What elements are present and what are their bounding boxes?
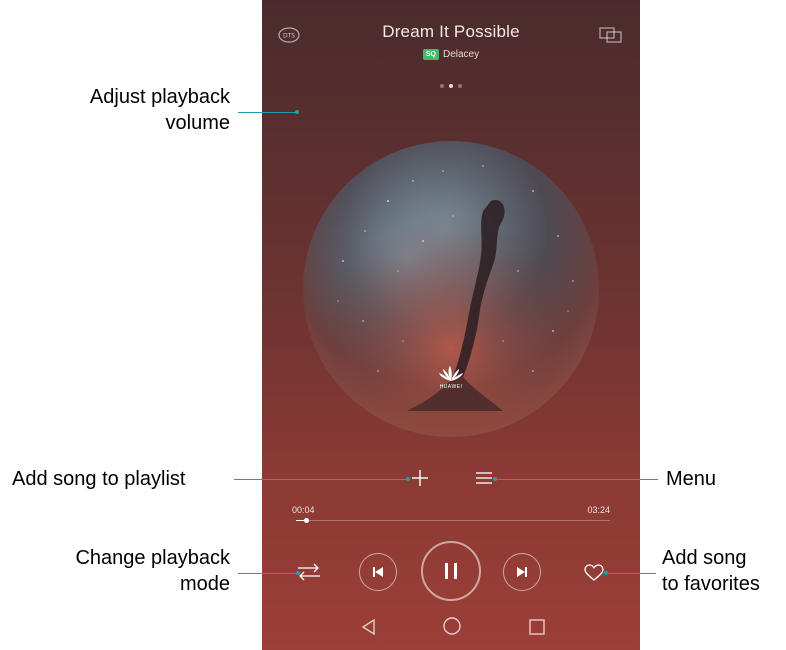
triangle-back-icon bbox=[361, 618, 375, 636]
progress-handle[interactable] bbox=[304, 518, 310, 523]
annotation-favorites-line2: to favorites bbox=[662, 573, 760, 595]
brand-logo-text: HUAWEI bbox=[439, 384, 463, 390]
annotation-volume: Adjust playback volume bbox=[40, 84, 230, 136]
skip-next-icon bbox=[517, 567, 527, 577]
annotation-volume-leader bbox=[238, 112, 296, 113]
annotation-favorites-leader bbox=[606, 573, 656, 574]
heart-icon bbox=[584, 564, 604, 581]
annotation-favorites-pointer bbox=[604, 571, 608, 575]
annotation-menu-leader bbox=[495, 479, 658, 480]
annotation-add-leader bbox=[234, 479, 408, 480]
album-art: HUAWEI bbox=[303, 141, 599, 437]
skip-previous-icon bbox=[373, 567, 383, 577]
page-indicator bbox=[262, 84, 640, 88]
annotation-volume-line1: Adjust playback bbox=[89, 86, 230, 108]
progress-bar[interactable] bbox=[296, 518, 610, 523]
add-to-playlist-button[interactable] bbox=[408, 466, 432, 490]
previous-button[interactable] bbox=[359, 553, 397, 591]
artist-row: SQ Delacey bbox=[262, 49, 640, 60]
artist-name: Delacey bbox=[442, 49, 480, 60]
annotation-add-to-playlist: Add song to playlist bbox=[12, 468, 186, 490]
annotation-menu-pointer bbox=[493, 477, 497, 481]
page-dot-active bbox=[449, 84, 453, 88]
page-dot bbox=[458, 84, 462, 88]
navigation-bar bbox=[262, 602, 640, 650]
back-button[interactable] bbox=[357, 615, 381, 639]
menu-button[interactable] bbox=[473, 467, 495, 489]
annotation-favorites-line1: Add song bbox=[662, 547, 747, 569]
circle-home-icon bbox=[443, 617, 461, 635]
time-elapsed: 00:04 bbox=[292, 505, 315, 515]
next-button[interactable] bbox=[503, 553, 541, 591]
annotation-volume-line2: volume bbox=[165, 112, 230, 134]
annotation-play-mode-leader bbox=[238, 573, 298, 574]
song-title: Dream It Possible bbox=[382, 22, 520, 41]
square-recents-icon bbox=[529, 619, 545, 635]
annotation-play-mode-line1: Change playback bbox=[75, 547, 230, 569]
annotation-volume-pointer bbox=[295, 110, 299, 114]
annotation-favorites: Add song to favorites bbox=[662, 545, 786, 597]
annotation-add-pointer bbox=[406, 477, 410, 481]
pause-button[interactable] bbox=[421, 541, 481, 601]
favorite-button[interactable] bbox=[582, 562, 606, 584]
hamburger-icon bbox=[476, 472, 492, 484]
annotation-play-mode-line2: mode bbox=[179, 573, 230, 595]
plus-icon bbox=[412, 470, 428, 486]
annotation-play-mode: Change playback mode bbox=[30, 545, 230, 597]
home-button[interactable] bbox=[440, 614, 464, 638]
page-dot bbox=[440, 84, 444, 88]
annotation-menu: Menu bbox=[666, 468, 717, 490]
music-player-screen: DTS Dream It Possible SQ Delacey HUAWEI … bbox=[262, 0, 640, 650]
quality-badge: SQ bbox=[422, 49, 439, 60]
pause-icon bbox=[445, 563, 457, 579]
annotation-play-mode-pointer bbox=[296, 571, 300, 575]
recents-button[interactable] bbox=[525, 615, 549, 639]
time-total: 03:24 bbox=[587, 505, 610, 515]
